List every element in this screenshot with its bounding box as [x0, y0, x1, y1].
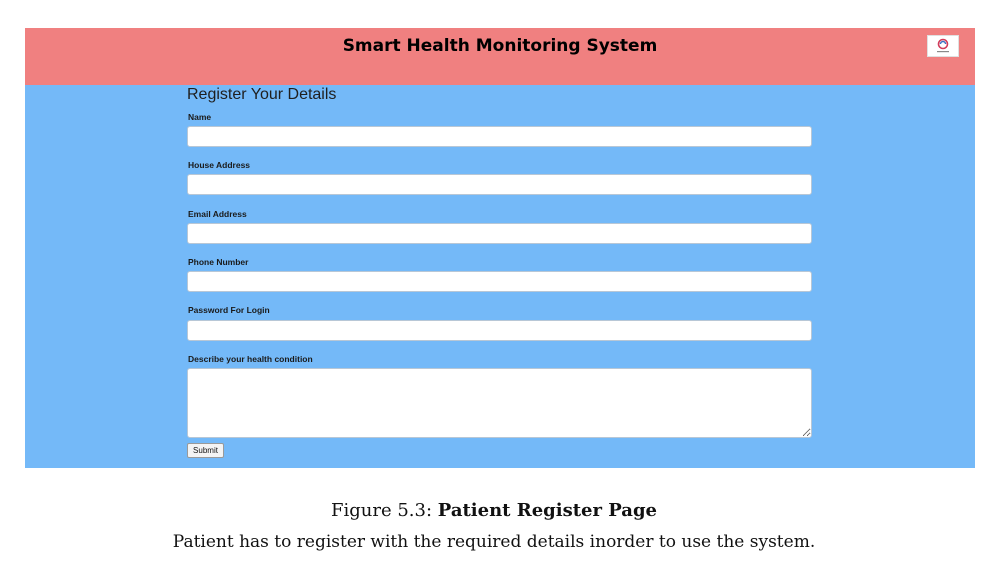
submit-button[interactable]: Submit — [187, 443, 224, 458]
site-title: Smart Health Monitoring System — [342, 36, 658, 56]
site-header: Smart Health Monitoring System — [25, 28, 975, 85]
house-address-label: House Address — [188, 160, 251, 170]
heart-logo-icon[interactable] — [927, 35, 959, 57]
phone-number-label: Phone Number — [188, 257, 249, 267]
health-condition-textarea[interactable] — [187, 368, 812, 438]
email-field[interactable] — [187, 223, 812, 244]
password-field[interactable] — [187, 320, 812, 341]
password-label: Password For Login — [188, 305, 270, 315]
figure-description: Patient has to register with the require… — [172, 532, 816, 552]
figure-number: Figure 5.3: — [331, 500, 433, 521]
phone-number-field[interactable] — [187, 271, 812, 292]
name-field[interactable] — [187, 126, 812, 147]
figure-caption: Figure 5.3: Patient Register Page — [0, 500, 988, 521]
figure-title: Patient Register Page — [437, 500, 657, 521]
email-address-label: Email Address — [188, 209, 247, 219]
health-condition-label: Describe your health condition — [188, 354, 313, 364]
form-heading: Register Your Details — [187, 86, 337, 103]
name-label: Name — [188, 112, 212, 122]
house-address-field[interactable] — [187, 174, 812, 195]
app-screenshot: Smart Health Monitoring System Register … — [25, 28, 975, 468]
